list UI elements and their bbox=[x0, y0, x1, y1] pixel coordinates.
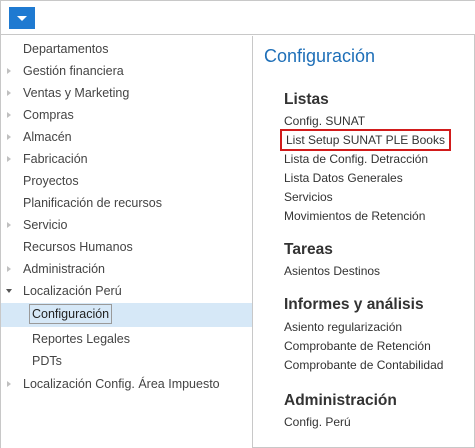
link-comprobante-retencion[interactable]: Comprobante de Retención bbox=[284, 337, 431, 355]
navigation-pane: Departamentos Gestión financiera Ventas … bbox=[1, 36, 253, 448]
link-lista-datos-generales[interactable]: Lista Datos Generales bbox=[284, 169, 403, 187]
expand-arrow-icon[interactable] bbox=[7, 112, 11, 118]
nav-item-proyectos[interactable]: Proyectos bbox=[1, 170, 252, 192]
collapse-arrow-icon[interactable] bbox=[6, 289, 12, 293]
app-window: Departamentos Gestión financiera Ventas … bbox=[0, 0, 475, 448]
section-heading-tareas: Tareas bbox=[284, 241, 333, 258]
expand-arrow-icon[interactable] bbox=[7, 68, 11, 74]
nav-item-fabricacion[interactable]: Fabricación bbox=[1, 148, 252, 170]
nav-item-configuracion[interactable]: Configuración bbox=[1, 303, 252, 327]
page-title: Configuración bbox=[264, 46, 376, 66]
nav-item-recursos-humanos[interactable]: Recursos Humanos bbox=[1, 236, 252, 258]
link-list-setup-sunat-ple-books[interactable]: List Setup SUNAT PLE Books bbox=[280, 129, 451, 151]
chevron-down-icon bbox=[17, 15, 27, 21]
link-config-peru[interactable]: Config. Perú bbox=[284, 413, 351, 431]
nav-item-departamentos[interactable]: Departamentos bbox=[1, 38, 252, 60]
nav-item-servicio[interactable]: Servicio bbox=[1, 214, 252, 236]
nav-item-almacen[interactable]: Almacén bbox=[1, 126, 252, 148]
nav-item-pdts[interactable]: PDTs bbox=[1, 350, 252, 372]
expand-arrow-icon[interactable] bbox=[7, 134, 11, 140]
section-heading-listas: Listas bbox=[284, 91, 329, 108]
expand-arrow-icon[interactable] bbox=[7, 156, 11, 162]
top-bar bbox=[1, 1, 475, 35]
nav-item-reportes-legales[interactable]: Reportes Legales bbox=[1, 328, 252, 350]
link-asientos-destinos[interactable]: Asientos Destinos bbox=[284, 262, 380, 280]
nav-item-ventas-marketing[interactable]: Ventas y Marketing bbox=[1, 82, 252, 104]
section-heading-administracion: Administración bbox=[284, 392, 397, 409]
section-heading-informes-analisis: Informes y análisis bbox=[284, 296, 424, 313]
dropdown-menu-button[interactable] bbox=[9, 7, 35, 29]
link-lista-config-detraccion[interactable]: Lista de Config. Detracción bbox=[284, 150, 428, 168]
nav-item-planificacion-recursos[interactable]: Planificación de recursos bbox=[1, 192, 252, 214]
expand-arrow-icon[interactable] bbox=[7, 90, 11, 96]
link-asiento-regularizacion[interactable]: Asiento regularización bbox=[284, 318, 402, 336]
nav-item-compras[interactable]: Compras bbox=[1, 104, 252, 126]
nav-item-administracion[interactable]: Administración bbox=[1, 258, 252, 280]
link-movimientos-retencion[interactable]: Movimientos de Retención bbox=[284, 207, 425, 225]
nav-item-localizacion-config-area-impuesto[interactable]: Localización Config. Área Impuesto bbox=[1, 373, 252, 395]
nav-item-localizacion-peru[interactable]: Localización Perú bbox=[1, 280, 252, 302]
content-pane: Configuración Listas Config. SUNAT List … bbox=[254, 36, 475, 448]
expand-arrow-icon[interactable] bbox=[7, 381, 11, 387]
expand-arrow-icon[interactable] bbox=[7, 222, 11, 228]
nav-item-gestion-financiera[interactable]: Gestión financiera bbox=[1, 60, 252, 82]
link-servicios[interactable]: Servicios bbox=[284, 188, 333, 206]
link-config-sunat[interactable]: Config. SUNAT bbox=[284, 112, 365, 130]
expand-arrow-icon[interactable] bbox=[7, 266, 11, 272]
link-comprobante-contabilidad[interactable]: Comprobante de Contabilidad bbox=[284, 356, 443, 374]
